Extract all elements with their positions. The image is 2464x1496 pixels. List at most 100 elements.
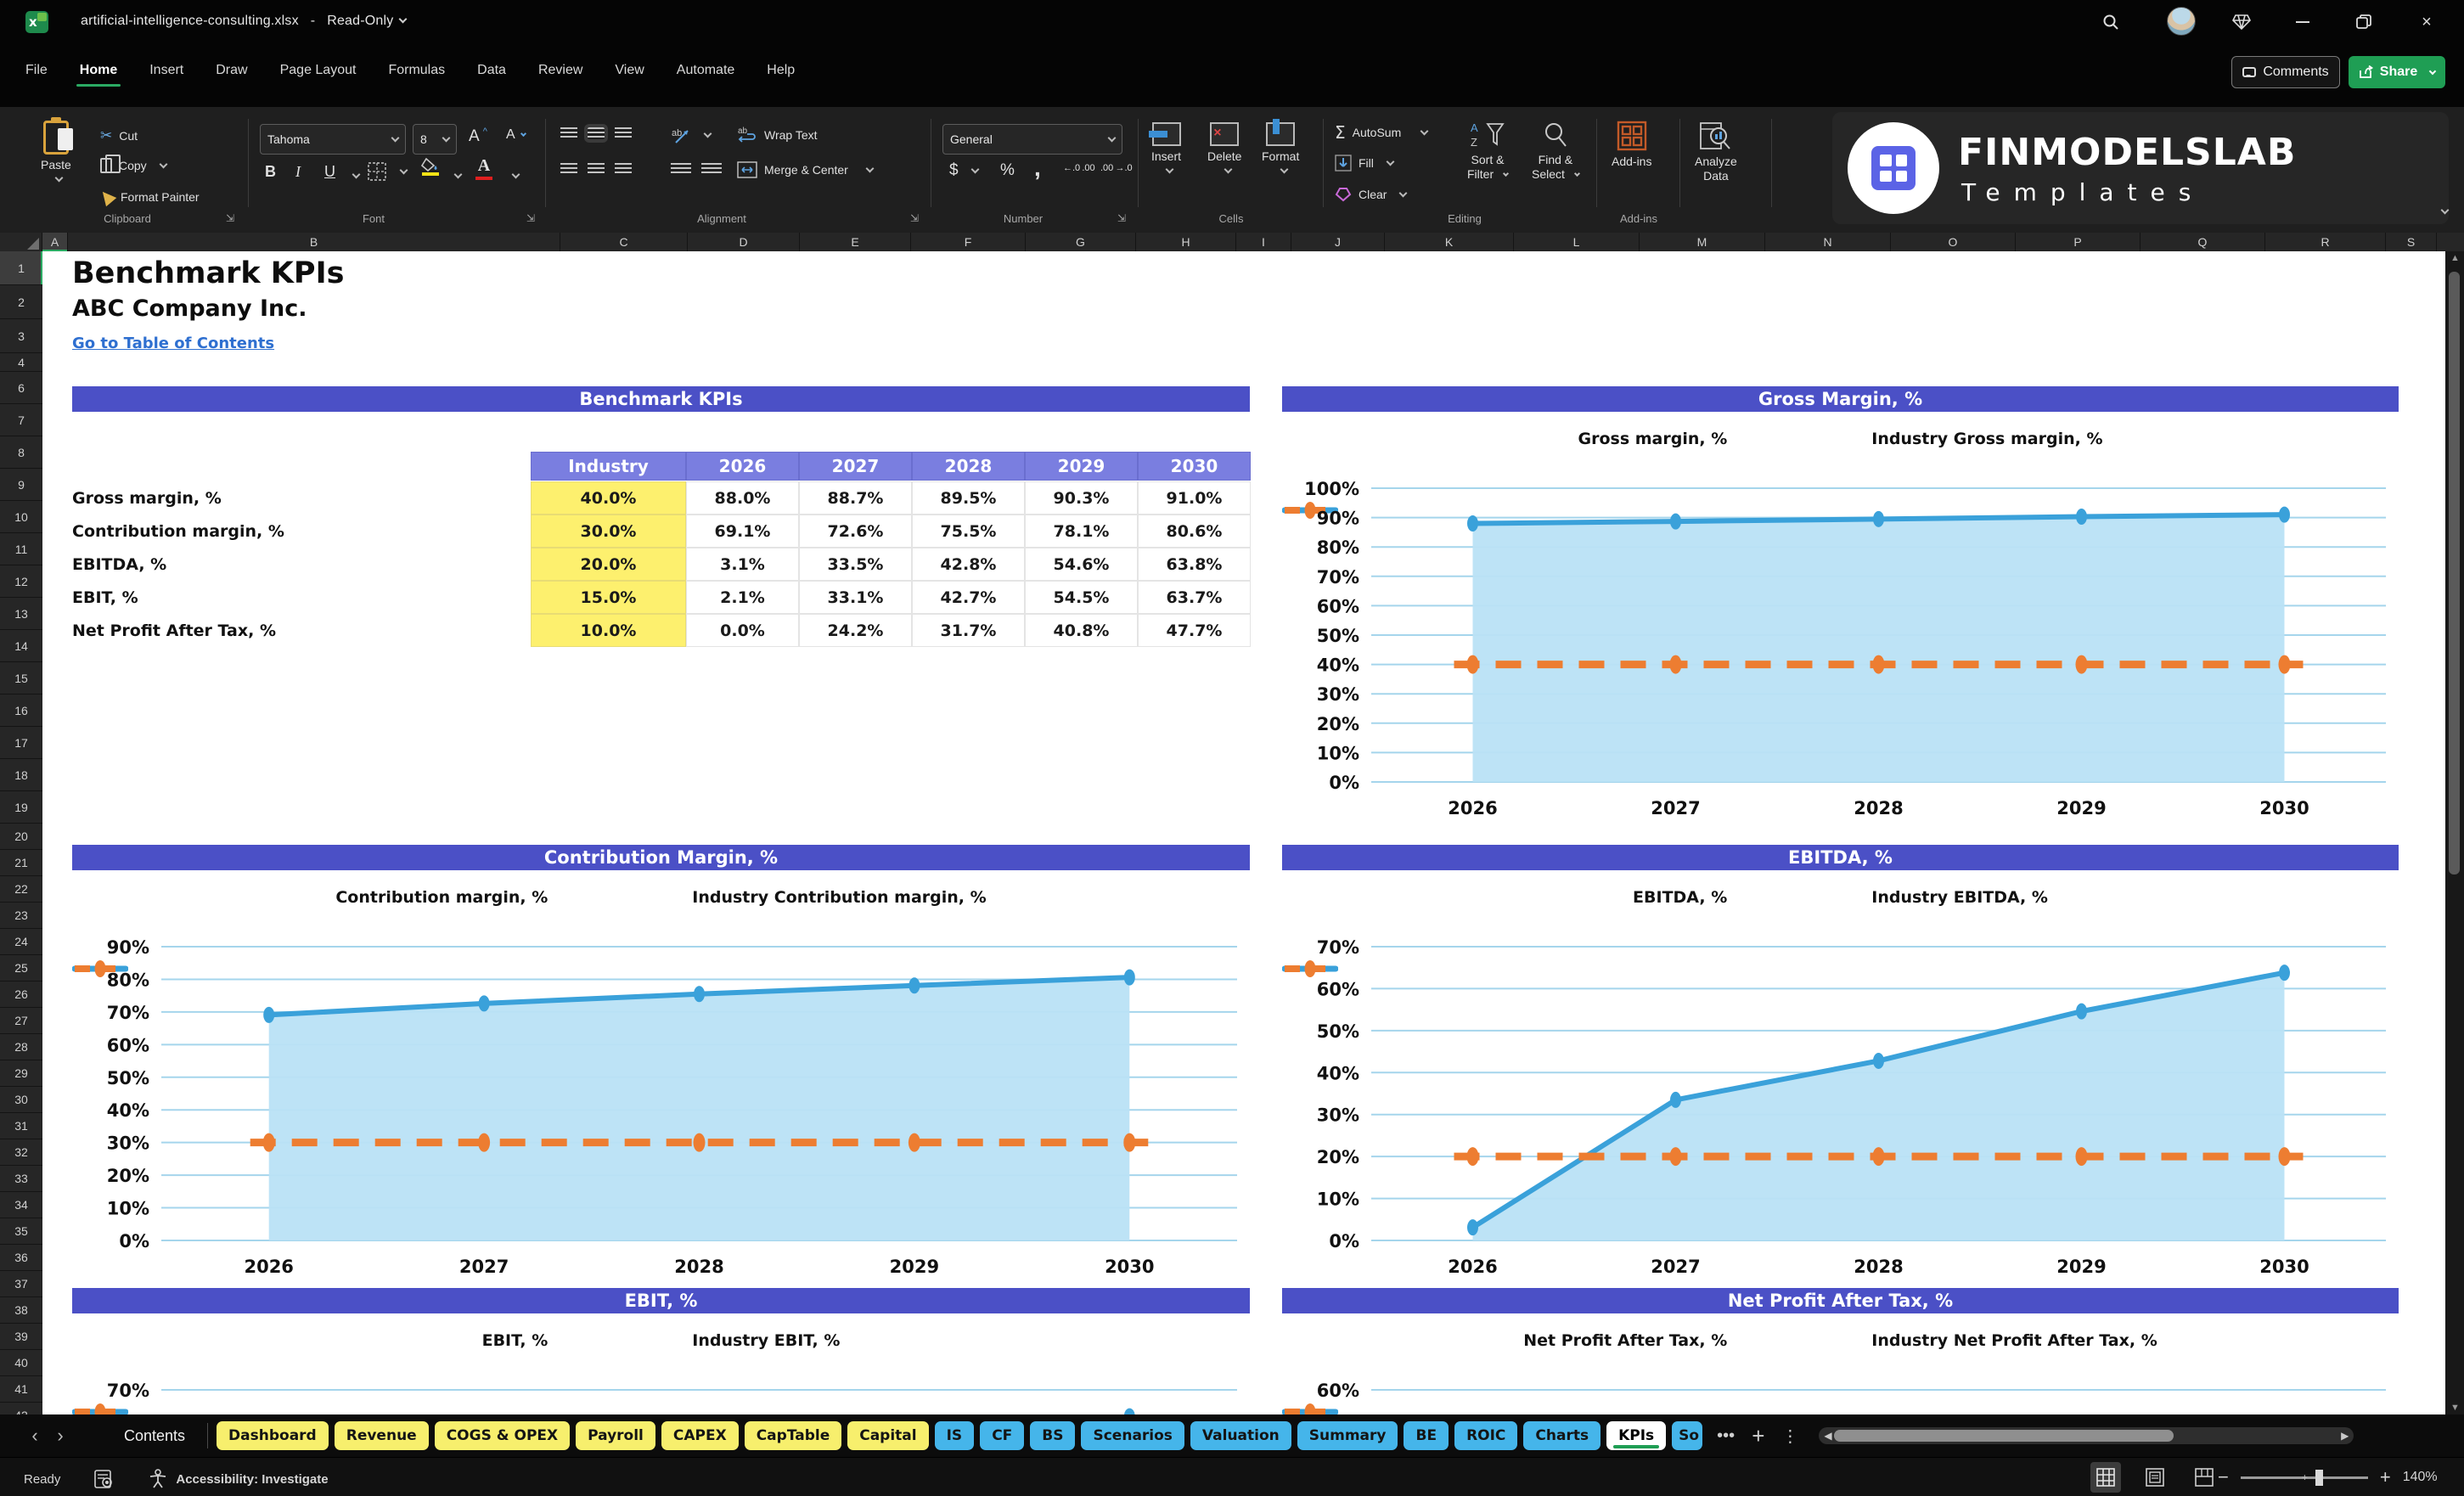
chevron-down-icon[interactable] bbox=[399, 14, 408, 24]
row-header-41[interactable]: 41 bbox=[0, 1376, 42, 1403]
wrap-text-button[interactable]: ab Wrap Text bbox=[737, 126, 818, 144]
menu-tab-file[interactable]: File bbox=[25, 63, 48, 87]
clear-button[interactable]: Clear bbox=[1335, 187, 1408, 202]
close-icon[interactable]: × bbox=[2411, 7, 2442, 37]
row-header-11[interactable]: 11 bbox=[0, 533, 42, 565]
minimize-icon[interactable] bbox=[2287, 7, 2318, 37]
restore-icon[interactable] bbox=[2349, 7, 2379, 37]
row-header-23[interactable]: 23 bbox=[0, 903, 42, 929]
table-cell[interactable]: 91.0% bbox=[1138, 481, 1251, 515]
table-cell[interactable]: 42.8% bbox=[912, 548, 1025, 581]
next-sheet-icon[interactable]: › bbox=[48, 1425, 73, 1447]
row-header-37[interactable]: 37 bbox=[0, 1271, 42, 1297]
menu-tab-draw[interactable]: Draw bbox=[216, 63, 247, 87]
sheet-tab-kpis[interactable]: KPIs bbox=[1606, 1421, 1667, 1450]
format-cells-button[interactable]: Format bbox=[1262, 119, 1299, 175]
sheet-tab-captable[interactable]: CapTable bbox=[744, 1421, 842, 1450]
column-header-b[interactable]: B bbox=[68, 233, 560, 251]
horizontal-scrollbar-thumb[interactable] bbox=[1834, 1430, 2174, 1442]
menu-tab-review[interactable]: Review bbox=[538, 63, 582, 87]
sheet-tab-summary[interactable]: Summary bbox=[1297, 1421, 1398, 1450]
table-cell[interactable]: 31.7% bbox=[912, 614, 1025, 647]
read-only-badge[interactable]: Read-Only bbox=[327, 14, 393, 28]
row-header-2[interactable]: 2 bbox=[0, 285, 42, 319]
table-cell[interactable]: 63.7% bbox=[1138, 581, 1251, 614]
row-header-7[interactable]: 7 bbox=[0, 404, 42, 436]
row-header-42[interactable]: 42 bbox=[0, 1403, 42, 1414]
row-header-36[interactable]: 36 bbox=[0, 1245, 42, 1271]
sheet-tab-capital[interactable]: Capital bbox=[847, 1421, 929, 1450]
alignment-dialog-launcher[interactable]: ⇲ bbox=[910, 212, 919, 224]
comments-button[interactable]: Comments bbox=[2231, 56, 2340, 88]
table-cell[interactable]: 24.2% bbox=[799, 614, 912, 647]
copy-button[interactable]: Copy bbox=[100, 155, 168, 173]
orientation-button[interactable]: ab bbox=[671, 126, 712, 144]
table-cell[interactable]: 2.1% bbox=[686, 581, 799, 614]
indent-buttons[interactable] bbox=[671, 163, 722, 175]
table-cell[interactable]: 69.1% bbox=[686, 515, 799, 548]
table-cell[interactable]: 3.1% bbox=[686, 548, 799, 581]
table-cell-industry[interactable]: 20.0% bbox=[531, 548, 686, 581]
zoom-in-button[interactable]: + bbox=[2380, 1466, 2391, 1488]
table-cell[interactable]: 88.0% bbox=[686, 481, 799, 515]
row-header-26[interactable]: 26 bbox=[0, 981, 42, 1008]
page-layout-view-icon[interactable] bbox=[2140, 1462, 2170, 1493]
sheet-tab-is[interactable]: IS bbox=[934, 1421, 975, 1450]
table-cell[interactable]: 72.6% bbox=[799, 515, 912, 548]
sheet-tab-bs[interactable]: BS bbox=[1030, 1421, 1076, 1450]
column-header-c[interactable]: C bbox=[560, 233, 688, 251]
horizontal-align-buttons[interactable] bbox=[560, 163, 632, 175]
vertical-align-buttons[interactable] bbox=[560, 124, 632, 143]
paste-button[interactable]: Paste bbox=[41, 117, 73, 183]
table-cell[interactable]: 75.5% bbox=[912, 515, 1025, 548]
row-header-14[interactable]: 14 bbox=[0, 630, 42, 662]
sheet-tab-charts[interactable]: Charts bbox=[1523, 1421, 1601, 1450]
underline-options-chevron[interactable] bbox=[352, 170, 361, 179]
column-header-r[interactable]: R bbox=[2265, 233, 2386, 251]
avatar[interactable] bbox=[2167, 7, 2196, 36]
grow-font-button[interactable]: A ^ bbox=[469, 127, 487, 146]
menu-tab-page-layout[interactable]: Page Layout bbox=[280, 63, 357, 87]
row-header-13[interactable]: 13 bbox=[0, 598, 42, 630]
table-cell[interactable]: 78.1% bbox=[1025, 515, 1138, 548]
column-header-a[interactable]: A bbox=[42, 233, 68, 251]
sheet-options-icon[interactable]: ⋮ bbox=[1781, 1426, 1798, 1447]
merge-center-button[interactable]: Merge & Center bbox=[737, 161, 875, 178]
table-cell[interactable]: 89.5% bbox=[912, 481, 1025, 515]
vertical-scrollbar-thumb[interactable] bbox=[2449, 272, 2460, 875]
zoom-level[interactable]: 140% bbox=[2403, 1470, 2438, 1485]
table-cell[interactable]: 88.7% bbox=[799, 481, 912, 515]
find-select-button[interactable]: Find & Select bbox=[1532, 121, 1580, 182]
row-header-39[interactable]: 39 bbox=[0, 1324, 42, 1350]
clipboard-dialog-launcher[interactable]: ⇲ bbox=[226, 212, 234, 224]
accessibility-status[interactable]: Accessibility: Investigate bbox=[176, 1472, 328, 1487]
sort-filter-button[interactable]: AZ Sort & Filter bbox=[1467, 121, 1510, 182]
column-header-h[interactable]: H bbox=[1136, 233, 1236, 251]
sheet-tab-be[interactable]: BE bbox=[1404, 1421, 1449, 1450]
column-header-i[interactable]: I bbox=[1236, 233, 1291, 251]
column-header-q[interactable]: Q bbox=[2141, 233, 2265, 251]
row-header-10[interactable]: 10 bbox=[0, 501, 42, 533]
font-size-select[interactable]: 8 bbox=[413, 124, 457, 155]
menu-tab-automate[interactable]: Automate bbox=[677, 63, 734, 87]
table-cell[interactable]: 54.6% bbox=[1025, 548, 1138, 581]
row-header-15[interactable]: 15 bbox=[0, 662, 42, 695]
prev-sheet-icon[interactable]: ‹ bbox=[22, 1425, 48, 1447]
normal-view-icon[interactable] bbox=[2090, 1462, 2121, 1493]
toc-link[interactable]: Go to Table of Contents bbox=[72, 335, 274, 352]
row-header-17[interactable]: 17 bbox=[0, 727, 42, 759]
table-cell[interactable]: 54.5% bbox=[1025, 581, 1138, 614]
column-header-k[interactable]: K bbox=[1385, 233, 1514, 251]
row-header-24[interactable]: 24 bbox=[0, 929, 42, 955]
row-header-6[interactable]: 6 bbox=[0, 372, 42, 404]
row-header-34[interactable]: 34 bbox=[0, 1192, 42, 1218]
underline-button[interactable]: U bbox=[324, 163, 335, 181]
row-header-4[interactable]: 4 bbox=[0, 353, 42, 372]
row-header-19[interactable]: 19 bbox=[0, 791, 42, 824]
menu-tab-home[interactable]: Home bbox=[76, 63, 121, 87]
horizontal-scrollbar[interactable]: ◀ ▶ bbox=[1819, 1427, 2354, 1444]
premium-diamond-icon[interactable] bbox=[2226, 7, 2257, 37]
font-dialog-launcher[interactable]: ⇲ bbox=[526, 212, 535, 224]
macro-record-icon[interactable] bbox=[94, 1470, 115, 1488]
row-header-35[interactable]: 35 bbox=[0, 1218, 42, 1245]
